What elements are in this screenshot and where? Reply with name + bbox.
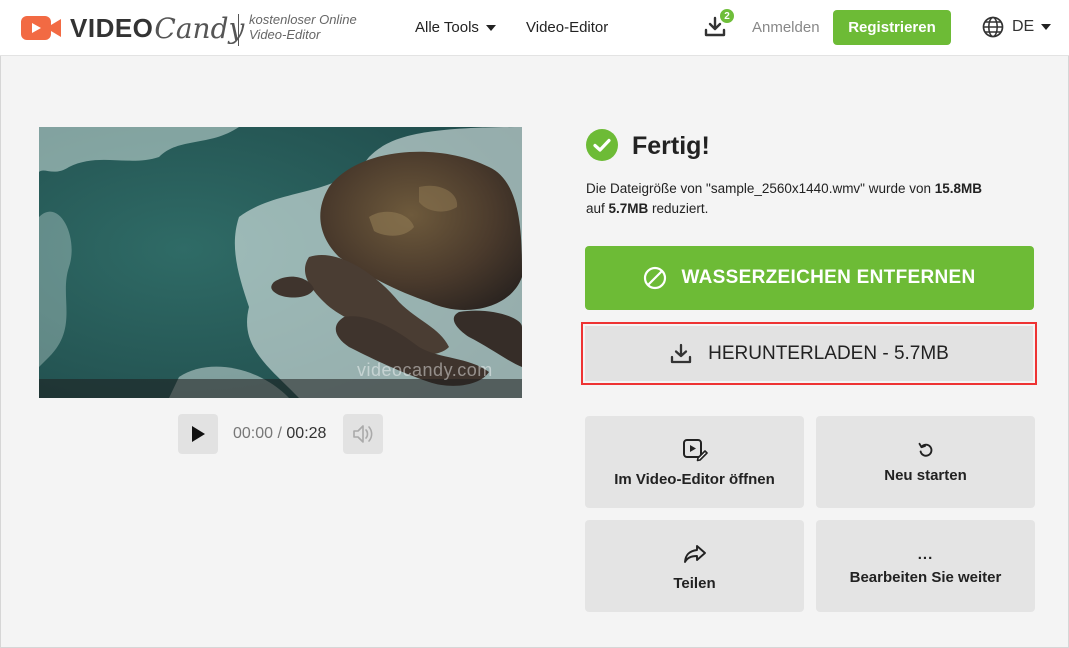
language-label: DE — [1012, 18, 1035, 35]
continue-editing-label: Bearbeiten Sie weiter — [849, 568, 1002, 586]
globe-icon — [982, 16, 1004, 38]
nav-video-editor[interactable]: Video-Editor — [526, 19, 608, 36]
logo-divider — [238, 14, 239, 46]
desc-suffix: reduziert. — [648, 201, 709, 216]
share-button[interactable]: Teilen — [585, 520, 804, 612]
open-in-editor-button[interactable]: Im Video-Editor öffnen — [585, 416, 804, 508]
chevron-down-icon — [485, 24, 496, 31]
logo-text-candy: Candy — [154, 11, 245, 45]
open-in-editor-label: Im Video-Editor öffnen — [614, 470, 775, 488]
restart-icon — [918, 442, 932, 457]
playback-time: 00:00 / 00:28 — [233, 425, 326, 443]
video-camera-logo-icon — [21, 16, 61, 40]
size-before: 15.8MB — [934, 181, 983, 196]
download-icon — [670, 343, 692, 363]
current-time: 00:00 — [233, 425, 274, 442]
time-separator: / — [273, 425, 287, 442]
volume-button[interactable] — [343, 414, 383, 454]
play-icon — [192, 426, 205, 442]
video-edit-icon — [682, 438, 708, 461]
nav-all-tools[interactable]: Alle Tools — [415, 19, 496, 36]
size-after: 5.7MB — [608, 201, 649, 216]
share-icon — [683, 544, 706, 563]
downloads-count-badge: 2 — [719, 8, 735, 24]
register-button[interactable]: Registrieren — [833, 10, 951, 45]
share-label: Teilen — [673, 574, 716, 592]
desc-middle: auf — [586, 201, 609, 216]
result-title: Fertig! — [632, 132, 710, 160]
more-dots-icon: ... — [917, 545, 934, 563]
volume-icon — [353, 425, 373, 443]
tagline-line-1: kostenloser Online — [249, 12, 357, 27]
language-selector[interactable]: DE — [982, 16, 1052, 38]
no-watermark-icon — [644, 266, 667, 290]
top-navbar: VIDEO Candy kostenloser Online Video-Edi… — [0, 0, 1069, 56]
desc-prefix: Die Dateigröße von "sample_2560x1440.wmv… — [586, 181, 935, 196]
tagline-line-2: Video-Editor — [249, 27, 321, 42]
logo-text-video: VIDEO — [70, 12, 154, 43]
video-frame-image — [39, 127, 522, 398]
download-label: HERUNTERLADEN - 5.7MB — [708, 342, 949, 364]
restart-label: Neu starten — [884, 466, 967, 484]
remove-watermark-label: WASSERZEICHEN ENTFERNEN — [681, 267, 976, 288]
video-watermark: videocandy.com — [357, 360, 493, 380]
check-circle-icon — [586, 129, 618, 161]
total-time: 00:28 — [286, 425, 327, 442]
restart-button[interactable]: Neu starten — [816, 416, 1035, 508]
login-link[interactable]: Anmelden — [752, 19, 820, 36]
video-preview[interactable]: videocandy.com — [39, 127, 522, 398]
continue-editing-button[interactable]: ... Bearbeiten Sie weiter — [816, 520, 1035, 612]
play-button[interactable] — [178, 414, 218, 454]
nav-all-tools-label: Alle Tools — [415, 19, 479, 36]
tagline: kostenloser Online Video-Editor — [249, 12, 357, 42]
videocandy-logo[interactable]: VIDEO Candy — [20, 11, 245, 45]
download-button[interactable]: HERUNTERLADEN - 5.7MB — [585, 326, 1033, 381]
remove-watermark-button[interactable]: WASSERZEICHEN ENTFERNEN — [585, 246, 1034, 310]
result-description: Die Dateigröße von "sample_2560x1440.wmv… — [586, 179, 1036, 219]
chevron-down-icon — [1041, 24, 1052, 30]
video-overlay-bar — [39, 379, 522, 398]
